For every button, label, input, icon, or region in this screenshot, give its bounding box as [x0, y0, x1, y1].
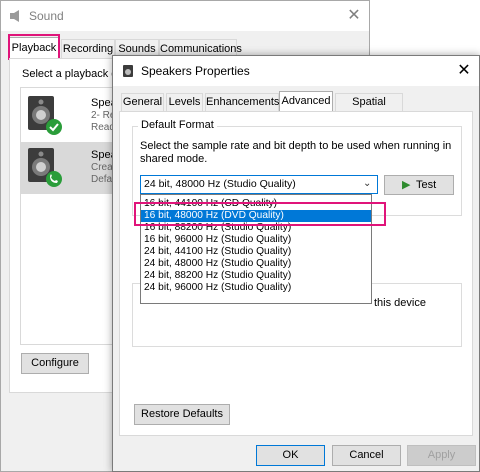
- tab-levels[interactable]: Levels: [166, 93, 203, 111]
- exclusive-mode-text: this device: [374, 297, 426, 309]
- ok-button[interactable]: OK: [256, 445, 325, 466]
- format-option[interactable]: 24 bit, 48000 Hz (Studio Quality): [141, 258, 371, 270]
- tab-enhancements-label: Enhancements: [206, 96, 280, 108]
- tab-spatial-sound[interactable]: Spatial sound: [335, 93, 403, 124]
- cancel-label: Cancel: [349, 449, 384, 461]
- speakers-properties-window: Speakers Properties ✕ General Levels Enh…: [112, 55, 480, 472]
- restore-defaults-label: Restore Defaults: [141, 408, 223, 420]
- speaker-icon: [10, 10, 19, 22]
- properties-title: Speakers Properties: [141, 64, 250, 78]
- tab-general[interactable]: General: [121, 93, 164, 111]
- checkmark-icon: [46, 119, 62, 135]
- advanced-panel: Default Format Select the sample rate an…: [119, 111, 473, 436]
- tab-advanced[interactable]: Advanced: [279, 91, 333, 112]
- test-button[interactable]: ▶ Test: [384, 175, 454, 195]
- cancel-button[interactable]: Cancel: [332, 445, 401, 466]
- apply-button[interactable]: Apply: [407, 445, 476, 466]
- format-select[interactable]: 24 bit, 48000 Hz (Studio Quality) ⌄: [140, 175, 378, 194]
- tab-general-label: General: [122, 96, 163, 108]
- sound-window-title: Sound: [29, 9, 64, 23]
- properties-titlebar: Speakers Properties ✕: [113, 56, 479, 86]
- dvd-quality-annotation: [134, 202, 386, 226]
- tab-levels-label: Levels: [168, 96, 201, 108]
- restore-defaults-button[interactable]: Restore Defaults: [134, 404, 230, 425]
- ok-label: OK: [282, 449, 299, 461]
- format-option[interactable]: 24 bit, 96000 Hz (Studio Quality): [141, 282, 371, 294]
- phone-icon: [46, 171, 62, 187]
- format-option[interactable]: 24 bit, 44100 Hz (Studio Quality): [141, 246, 371, 258]
- sound-titlebar: Sound ✕: [1, 1, 369, 31]
- speaker-icon: [123, 65, 133, 77]
- sound-close-icon[interactable]: ✕: [343, 6, 365, 26]
- tab-enhancements[interactable]: Enhancements: [205, 93, 279, 111]
- tab-recording[interactable]: Recording: [61, 39, 115, 59]
- properties-close-icon[interactable]: ✕: [453, 61, 475, 81]
- tab-sounds-label: Sounds: [118, 43, 156, 55]
- apply-label: Apply: [427, 449, 456, 461]
- format-option[interactable]: 24 bit, 88200 Hz (Studio Quality): [141, 270, 371, 282]
- default-format-description: Select the sample rate and bit depth to …: [140, 140, 452, 165]
- format-option[interactable]: 16 bit, 96000 Hz (Studio Quality): [141, 234, 371, 246]
- tab-advanced-label: Advanced: [281, 95, 331, 107]
- playback-instruction: Select a playback de: [22, 68, 124, 80]
- format-select-value: 24 bit, 48000 Hz (Studio Quality): [144, 178, 296, 190]
- speaker-device-icon: [28, 148, 62, 187]
- chevron-down-icon[interactable]: ⌄: [363, 178, 371, 189]
- play-icon: ▶: [402, 179, 411, 191]
- configure-label: Configure: [31, 357, 79, 369]
- playback-tab-annotation: [8, 34, 60, 60]
- tab-recording-label: Recording: [62, 43, 114, 55]
- default-format-legend: Default Format: [138, 119, 217, 131]
- test-label: Test: [416, 179, 437, 191]
- speaker-device-icon: [28, 96, 62, 135]
- tab-communications-label: Communications: [160, 43, 242, 55]
- configure-button[interactable]: Configure: [21, 353, 89, 374]
